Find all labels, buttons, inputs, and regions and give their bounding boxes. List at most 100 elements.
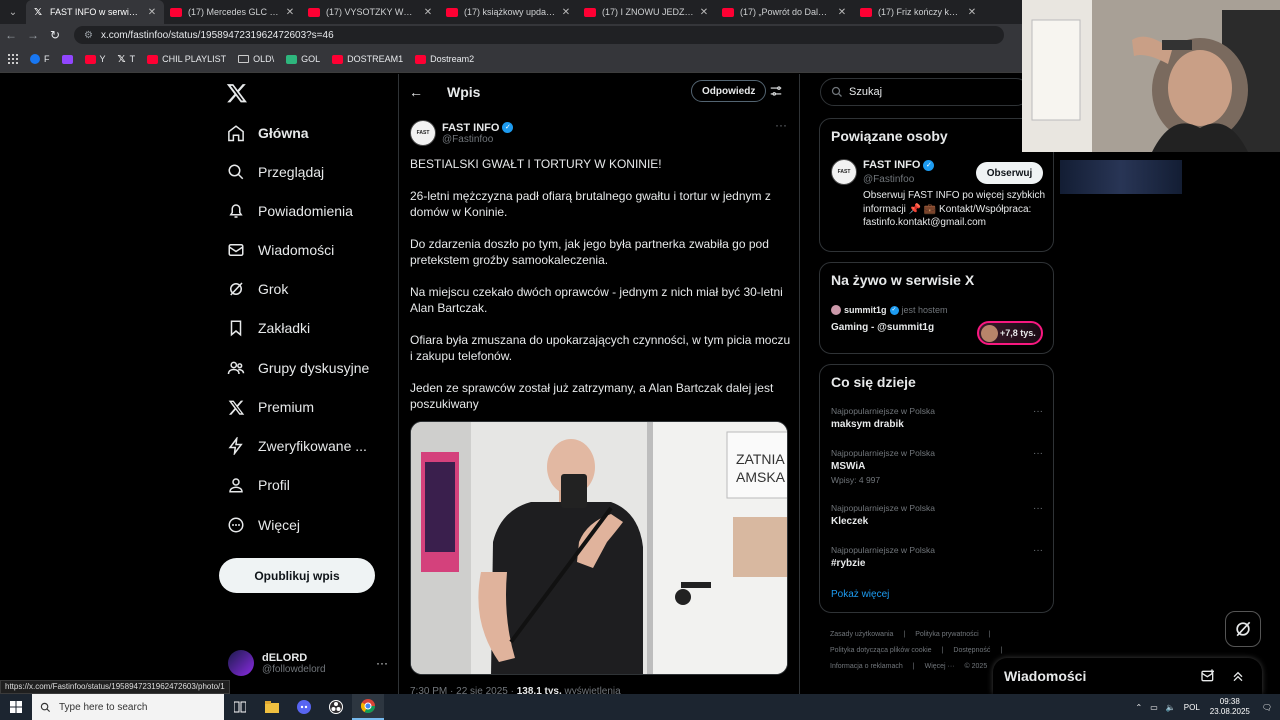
forward-arrow-icon[interactable]: → [22,24,44,46]
more-icon[interactable]: ··· [1033,545,1043,556]
close-icon[interactable]: ✕ [146,7,158,18]
more-icon[interactable]: ··· [775,118,787,132]
tab-youtube-1[interactable]: (17) Mercedes GLC 63 AMG ✕ [164,0,302,24]
search-input[interactable]: Szukaj [820,78,1030,106]
bookmark-dostream1[interactable]: DOSTREAM1 [332,54,403,64]
bookmark-y[interactable]: Y [84,54,106,64]
windows-start-button[interactable] [0,694,32,720]
volume-icon[interactable]: 🔈 [1166,703,1176,712]
nav-explore[interactable]: Przeglądaj [226,157,324,187]
footer-link[interactable]: Więcej ··· [925,663,955,670]
trend-item[interactable]: Najpopularniejsze w Polska MSWiA Wpisy: … [831,448,1043,485]
bookmark-dostream2[interactable]: Dostream2 [415,54,474,64]
chevron-up-icon[interactable] [1230,668,1246,684]
file-explorer-icon[interactable] [256,694,288,720]
tab-youtube-2[interactable]: (17) VYSOTZKY WYJAŚNIA ✕ [302,0,440,24]
back-arrow-icon[interactable]: ← [409,84,425,100]
tab-youtube-3[interactable]: (17) książkowy update & p ✕ [440,0,578,24]
post-button[interactable]: Opublikuj wpis [219,558,375,593]
author-handle[interactable]: @Fastinfoo [442,134,513,145]
gol-icon [286,54,298,64]
nav-bookmarks[interactable]: Zakładki [226,313,310,343]
reply-button[interactable]: Odpowiedz [691,80,767,102]
follow-button[interactable]: Obserwuj [976,162,1043,184]
tab-fast-info[interactable]: 𝕏 FAST INFO w serwisie X: „B ✕ [26,0,164,24]
close-icon[interactable]: ✕ [836,7,848,18]
youtube-icon [332,54,344,64]
nav-verified-orgs[interactable]: Zweryfikowane ... [226,431,367,461]
listeners-badge[interactable]: +7,8 tys. [977,321,1043,345]
chevron-up-icon[interactable]: ⌃ [1136,703,1143,712]
bookmark-f[interactable]: F [30,54,50,64]
nav-label: Zakładki [258,320,311,336]
related-handle[interactable]: @Fastinfoo [863,174,914,185]
nav-premium[interactable]: Premium [226,392,314,422]
post-author[interactable]: FAST FAST INFO ✓ @Fastinfoo [410,118,790,148]
nav-messages[interactable]: Wiadomości [226,235,334,265]
nav-communities[interactable]: Grupy dyskusyjne [226,353,369,383]
clock[interactable]: 09:38 23.08.2025 [1210,697,1250,717]
nav-more[interactable]: Więcej [226,510,300,540]
account-switcher[interactable]: dELORD @followdelord ··· [228,648,388,678]
chrome-icon[interactable] [352,694,384,720]
tab-youtube-6[interactable]: (17) Friz kończy karierę in ✕ [854,0,984,24]
discord-icon[interactable] [288,694,320,720]
trend-name: Kleczek [831,516,869,527]
avatar[interactable]: FAST [831,159,857,185]
more-icon[interactable]: ··· [1033,503,1043,514]
tab-youtube-5[interactable]: (17) „Powrót do Dalmacji ✕ [716,0,854,24]
close-icon[interactable]: ✕ [284,7,296,18]
trend-item[interactable]: Najpopularniejsze w Polska Kleczek ··· [831,503,1043,527]
notification-icon[interactable]: 🗨 [1262,703,1272,712]
footer-link[interactable]: Dostępność [953,647,990,654]
live-host[interactable]: summit1g ✓ jest hostem [831,305,948,315]
x-logo-icon[interactable] [226,82,248,104]
bookmark-twitch[interactable] [61,54,73,64]
close-icon[interactable]: ✕ [560,7,572,18]
close-icon[interactable]: ✕ [422,7,434,18]
avatar[interactable]: FAST [410,120,436,146]
mail-icon [226,240,246,260]
grok-button[interactable] [1225,611,1261,647]
related-name[interactable]: FAST INFO [863,159,920,171]
address-bar[interactable]: ⚙ x.com/fastinfoo/status/195894723196247… [74,26,1004,44]
bookmark-chil-playlist[interactable]: CHIL PLAYLIST [147,54,226,64]
more-icon[interactable]: ··· [1033,406,1043,417]
nav-home[interactable]: Główna [226,118,309,148]
new-message-icon[interactable] [1200,668,1216,684]
footer-link[interactable]: Informacja o reklamach [830,663,903,670]
youtube-icon [308,7,320,17]
obs-icon[interactable] [320,694,352,720]
post-photo[interactable]: ZATNIA AMSKA [410,421,788,675]
sliders-icon[interactable] [769,84,783,98]
more-icon[interactable]: ··· [1033,448,1043,459]
close-icon[interactable]: ✕ [966,7,978,18]
nav-profile[interactable]: Profil [226,470,290,500]
close-icon[interactable]: ✕ [698,7,710,18]
trend-item[interactable]: Najpopularniejsze w Polska maksym drabik… [831,406,1043,430]
bookmark-t[interactable]: 𝕏T [118,54,136,64]
reload-icon[interactable]: ↻ [44,24,66,46]
taskbar-search-input[interactable]: Type here to search [32,694,224,720]
bookmark-gol[interactable]: GOL [286,54,320,64]
network-icon[interactable]: ▭ [1150,703,1158,712]
bookmark-old[interactable]: OLD\ [238,54,274,64]
apps-grid-icon[interactable] [8,54,18,64]
footer-link[interactable]: Polityka dotycząca plików cookie [830,647,932,654]
task-view-icon[interactable] [224,694,256,720]
messages-drawer[interactable]: Wiadomości [993,658,1262,694]
nav-grok[interactable]: Grok [226,274,288,304]
show-more-link[interactable]: Pokaż więcej [831,589,889,600]
site-settings-icon[interactable]: ⚙ [84,30,93,41]
language-indicator[interactable]: POL [1184,703,1200,712]
footer-link[interactable]: Zasady użytkowania [830,631,893,638]
footer-link[interactable]: Polityka prywatności [915,631,978,638]
tab-youtube-4[interactable]: (17) I ZNOWU JEDZIEMY D ✕ [578,0,716,24]
nav-notifications[interactable]: Powiadomienia [226,196,353,226]
trend-item[interactable]: Najpopularniejsze w Polska #rybzie ··· [831,545,1043,569]
back-arrow-icon[interactable]: ← [0,24,22,46]
author-name[interactable]: FAST INFO [442,122,499,134]
more-icon[interactable]: ··· [376,656,388,670]
space-title[interactable]: Gaming - @summit1g [831,322,934,333]
tab-search-button[interactable]: ⌄ [0,0,26,24]
